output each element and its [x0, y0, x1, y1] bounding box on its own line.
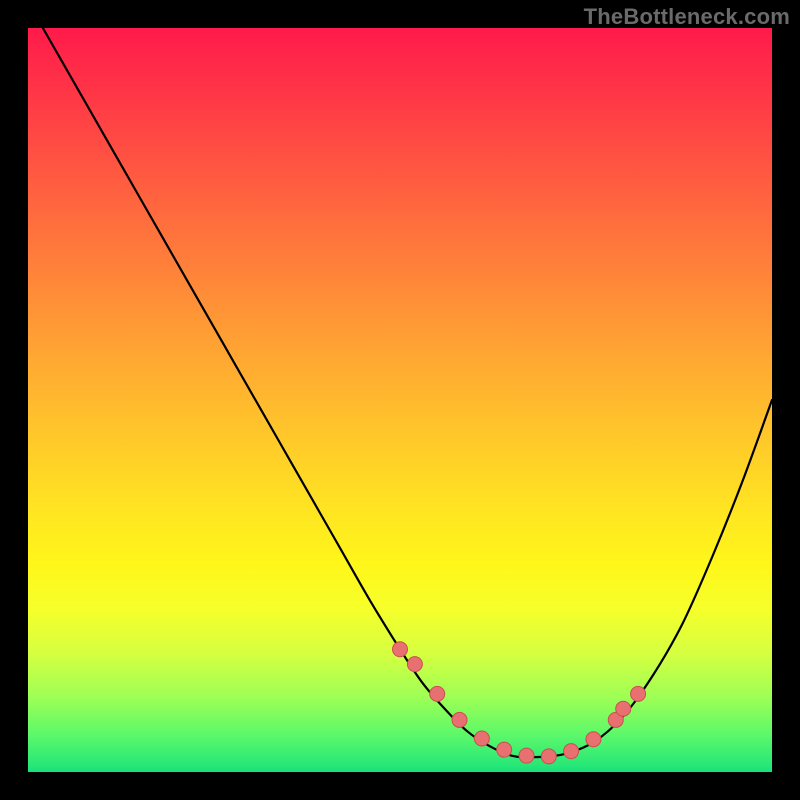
data-dot [616, 701, 631, 716]
data-dot [564, 744, 579, 759]
data-dot [631, 686, 646, 701]
data-dot [497, 742, 512, 757]
chart-overlay [28, 28, 772, 772]
watermark-text: TheBottleneck.com [584, 4, 790, 30]
data-dots [393, 642, 646, 764]
data-dot [430, 686, 445, 701]
data-dot [541, 749, 556, 764]
plot-area [28, 28, 772, 772]
data-dot [519, 748, 534, 763]
data-dot [452, 712, 467, 727]
data-dot [586, 732, 601, 747]
chart-stage: TheBottleneck.com [0, 0, 800, 800]
data-dot [474, 731, 489, 746]
data-dot [407, 657, 422, 672]
data-dot [393, 642, 408, 657]
